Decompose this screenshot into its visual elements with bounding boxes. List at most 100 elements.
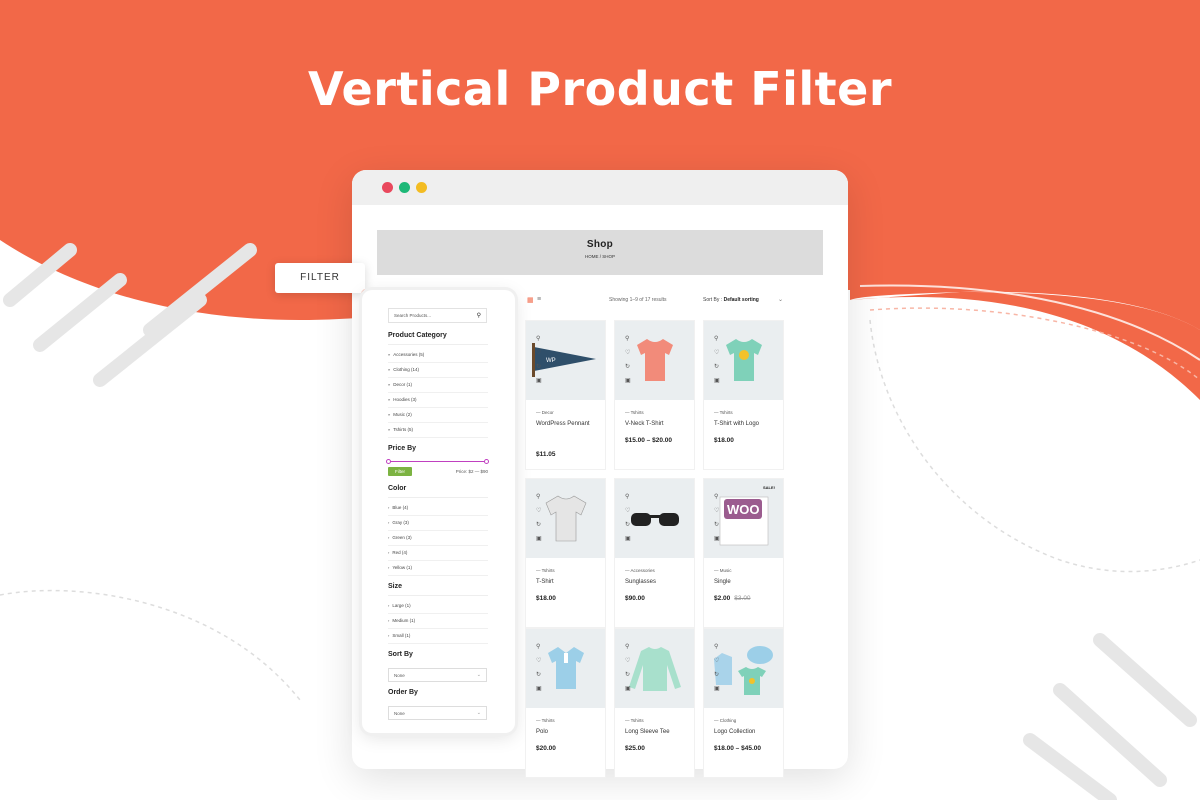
zoom-icon[interactable]: ⚲ <box>625 335 629 342</box>
product-card[interactable]: ⚲ ♡ ↻ ▣ — Tshirts T-Shirt $18.00 <box>526 479 605 627</box>
maximize-window-dot[interactable] <box>399 182 410 193</box>
category-item[interactable]: » Clothing (14) <box>388 363 488 378</box>
chevron-down-icon[interactable]: ⌄ <box>778 296 783 303</box>
product-image[interactable]: ⚲ ♡ ↻ ▣ <box>704 321 783 400</box>
size-item[interactable]: › Medium (1) <box>388 614 488 629</box>
grid-view-icon[interactable]: ▦ <box>527 296 534 304</box>
breadcrumb[interactable]: HOME / SHOP <box>377 254 823 259</box>
product-image[interactable]: WOO ⚲ ♡ ↻ ▣ SALE! <box>704 479 783 558</box>
product-category[interactable]: — Tshirts <box>625 718 644 723</box>
product-card[interactable]: WOO ⚲ ♡ ↻ ▣ SALE! — Music Single $2.00 $3.00 <box>704 479 783 627</box>
zoom-icon[interactable]: ⚲ <box>714 643 718 650</box>
compare-icon[interactable]: ↻ <box>625 363 630 370</box>
cart-icon[interactable]: ▣ <box>714 535 720 542</box>
wishlist-icon[interactable]: ♡ <box>714 507 719 514</box>
price-max-handle[interactable] <box>484 459 489 464</box>
filter-tag[interactable]: FILTER <box>275 263 372 300</box>
product-name[interactable]: Polo <box>536 729 596 736</box>
zoom-icon[interactable]: ⚲ <box>714 493 718 500</box>
color-item[interactable]: › Red (4) <box>388 546 488 561</box>
cart-icon[interactable]: ▣ <box>536 685 542 692</box>
compare-icon[interactable]: ↻ <box>536 363 541 370</box>
cart-icon[interactable]: ▣ <box>536 535 542 542</box>
color-item[interactable]: › Green (3) <box>388 531 488 546</box>
product-card[interactable]: ⚲ ♡ ↻ ▣ — Tshirts Long Sleeve Tee $25.00 <box>615 629 694 777</box>
compare-icon[interactable]: ↻ <box>536 671 541 678</box>
product-name[interactable]: T-Shirt <box>536 579 596 586</box>
product-name[interactable]: Logo Collection <box>714 729 774 736</box>
product-category[interactable]: — Tshirts <box>536 718 555 723</box>
wishlist-icon[interactable]: ♡ <box>625 349 630 356</box>
filter-button[interactable]: Filter <box>388 467 412 476</box>
compare-icon[interactable]: ↻ <box>625 671 630 678</box>
zoom-icon[interactable]: ⚲ <box>536 493 540 500</box>
price-min-handle[interactable] <box>386 459 391 464</box>
wishlist-icon[interactable]: ♡ <box>536 657 541 664</box>
product-card[interactable]: WP ⚲ ♡ ↻ ▣ — Decor WordPress Pennant $11.05 <box>526 321 605 469</box>
product-card[interactable]: ⚲ ♡ ↻ ▣ — Tshirts T-Shirt with Logo $18.00 <box>704 321 783 469</box>
size-item[interactable]: › Large (1) <box>388 599 488 614</box>
color-item[interactable]: › Yellow (1) <box>388 561 488 576</box>
product-name[interactable]: V-Neck T-Shirt <box>625 421 685 428</box>
cart-icon[interactable]: ▣ <box>625 685 631 692</box>
sortby-select[interactable]: None ⌄ <box>388 668 487 682</box>
product-image[interactable]: ⚲ ♡ ↻ ▣ <box>704 629 783 708</box>
product-category[interactable]: — Clothing <box>714 718 736 723</box>
sort-dropdown[interactable]: Sort By : Default sorting <box>703 297 759 303</box>
product-category[interactable]: — Decor <box>536 410 554 415</box>
product-category[interactable]: — Tshirts <box>536 568 555 573</box>
cart-icon[interactable]: ▣ <box>714 685 720 692</box>
product-image[interactable]: ⚲ ♡ ↻ ▣ <box>615 479 694 558</box>
zoom-icon[interactable]: ⚲ <box>536 335 540 342</box>
color-item[interactable]: › Gray (3) <box>388 516 488 531</box>
compare-icon[interactable]: ↻ <box>536 521 541 528</box>
compare-icon[interactable]: ↻ <box>714 363 719 370</box>
orderby-select[interactable]: None ⌄ <box>388 706 487 720</box>
cart-icon[interactable]: ▣ <box>536 377 542 384</box>
product-category[interactable]: — Tshirts <box>625 410 644 415</box>
wishlist-icon[interactable]: ♡ <box>536 507 541 514</box>
search-input[interactable]: Search Products... ⚲ <box>388 308 487 323</box>
product-name[interactable]: Single <box>714 579 774 586</box>
product-image[interactable]: ⚲ ♡ ↻ ▣ <box>615 321 694 400</box>
category-item[interactable]: » Hoodies (3) <box>388 393 488 408</box>
zoom-icon[interactable]: ⚲ <box>625 493 629 500</box>
zoom-icon[interactable]: ⚲ <box>714 335 718 342</box>
product-card[interactable]: ⚲ ♡ ↻ ▣ — Tshirts Polo $20.00 <box>526 629 605 777</box>
category-item[interactable]: » Tshirts (5) <box>388 423 488 438</box>
wishlist-icon[interactable]: ♡ <box>536 349 541 356</box>
product-card[interactable]: ⚲ ♡ ↻ ▣ — Tshirts V-Neck T-Shirt $15.00 – $20.… <box>615 321 694 469</box>
product-category[interactable]: — Tshirts <box>714 410 733 415</box>
cart-icon[interactable]: ▣ <box>625 535 631 542</box>
wishlist-icon[interactable]: ♡ <box>625 507 630 514</box>
product-image[interactable]: ⚲ ♡ ↻ ▣ <box>526 629 605 708</box>
list-view-icon[interactable]: ≡ <box>537 296 541 303</box>
compare-icon[interactable]: ↻ <box>625 521 630 528</box>
compare-icon[interactable]: ↻ <box>714 671 719 678</box>
product-name[interactable]: T-Shirt with Logo <box>714 421 774 428</box>
cart-icon[interactable]: ▣ <box>625 377 631 384</box>
product-name[interactable]: Long Sleeve Tee <box>625 729 685 736</box>
compare-icon[interactable]: ↻ <box>714 521 719 528</box>
product-name[interactable]: WordPress Pennant <box>536 421 596 428</box>
close-window-dot[interactable] <box>382 182 393 193</box>
wishlist-icon[interactable]: ♡ <box>714 349 719 356</box>
wishlist-icon[interactable]: ♡ <box>714 657 719 664</box>
product-category[interactable]: — Accessories <box>625 568 655 573</box>
category-item[interactable]: » Music (2) <box>388 408 488 423</box>
cart-icon[interactable]: ▣ <box>714 377 720 384</box>
price-range-slider[interactable] <box>386 459 489 464</box>
product-image[interactable]: WP ⚲ ♡ ↻ ▣ <box>526 321 605 400</box>
zoom-icon[interactable]: ⚲ <box>536 643 540 650</box>
size-item[interactable]: › Small (1) <box>388 629 488 644</box>
wishlist-icon[interactable]: ♡ <box>625 657 630 664</box>
product-card[interactable]: ⚲ ♡ ↻ ▣ — Clothing Logo Collection $18.00 – $4… <box>704 629 783 777</box>
zoom-icon[interactable]: ⚲ <box>625 643 629 650</box>
color-item[interactable]: › Blue (4) <box>388 501 488 516</box>
minimize-window-dot[interactable] <box>416 182 427 193</box>
category-item[interactable]: » Accessories (5) <box>388 348 488 363</box>
product-image[interactable]: ⚲ ♡ ↻ ▣ <box>526 479 605 558</box>
product-category[interactable]: — Music <box>714 568 732 573</box>
product-image[interactable]: ⚲ ♡ ↻ ▣ <box>615 629 694 708</box>
product-card[interactable]: ⚲ ♡ ↻ ▣ — Accessories Sunglasses $90.00 <box>615 479 694 627</box>
